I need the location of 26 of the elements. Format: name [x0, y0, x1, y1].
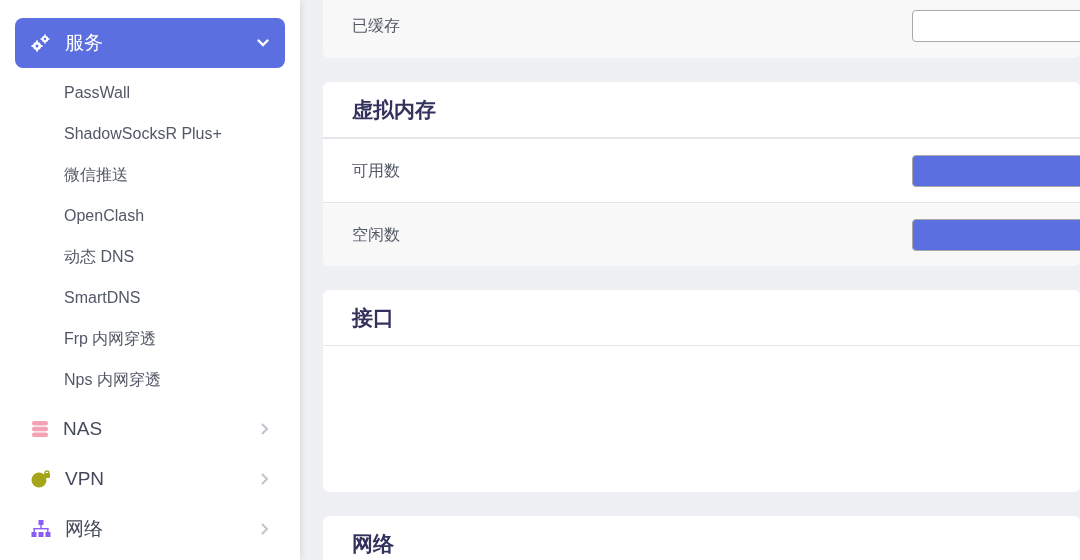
sidebar-item[interactable]: 服务	[15, 18, 285, 68]
sidebar-item[interactable]: NAS	[15, 404, 285, 454]
submenu-item[interactable]: Frp 内网穿透	[0, 318, 300, 359]
chevron-right-icon	[261, 523, 269, 535]
row-label: 可用数	[351, 160, 401, 181]
submenu-item[interactable]: 微信推送	[0, 154, 300, 195]
panel-title: 接口	[350, 304, 394, 331]
submenu-item[interactable]: SmartDNS	[0, 277, 300, 318]
submenu-item[interactable]: OpenClash	[0, 195, 300, 236]
chevron-right-icon	[261, 473, 269, 485]
sidebar-item[interactable]: VPN	[15, 454, 285, 504]
submenu-item[interactable]: 动态 DNS	[0, 236, 300, 277]
globe-lock-icon	[31, 470, 51, 488]
row-label: 空闲数	[351, 224, 401, 245]
row-label: 已缓存	[351, 16, 401, 36]
submenu-item[interactable]: ShadowSocksR Plus+	[0, 113, 300, 154]
chevron-down-icon	[257, 39, 269, 47]
submenu-item[interactable]: Nps 内网穿透	[0, 359, 300, 400]
sitemap-icon	[31, 520, 51, 538]
gears-icon	[31, 34, 51, 52]
sidebar-item[interactable]: 网络	[15, 504, 285, 554]
submenu-item[interactable]: PassWall	[0, 72, 300, 113]
panel-title: 虚拟内存	[351, 96, 436, 123]
chevron-right-icon	[261, 423, 269, 435]
database-icon	[31, 420, 49, 438]
panel-title: 网络	[351, 530, 394, 557]
